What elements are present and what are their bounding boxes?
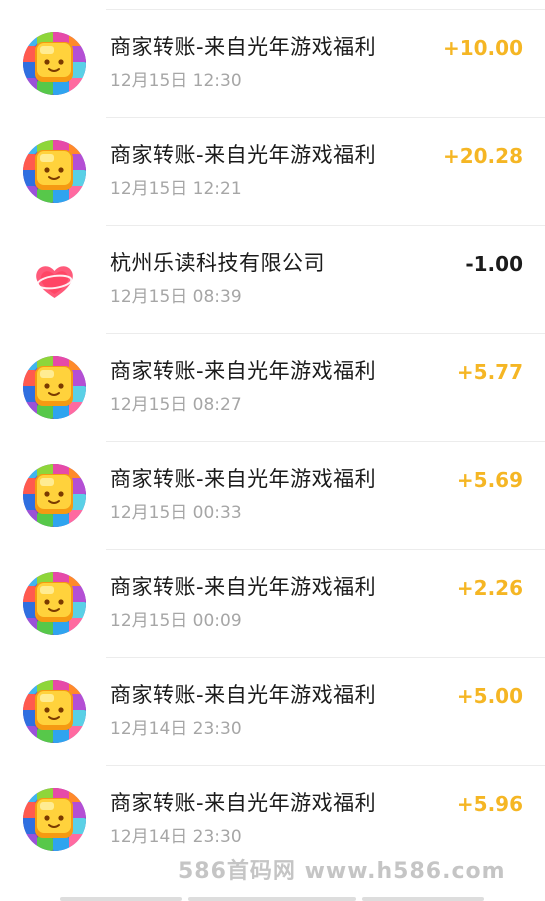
transaction-time: 12月15日 12:21 bbox=[110, 179, 242, 199]
transaction-title: 商家转账-来自光年游戏福利 bbox=[110, 35, 377, 59]
pink-heart-icon bbox=[23, 248, 86, 311]
transaction-title: 商家转账-来自光年游戏福利 bbox=[110, 791, 377, 815]
transaction-amount: +5.00 bbox=[456, 684, 523, 708]
game-blocks-icon bbox=[23, 464, 86, 527]
tab-indicator bbox=[60, 897, 182, 901]
game-blocks-icon bbox=[23, 356, 86, 419]
transaction-amount: +5.69 bbox=[456, 468, 523, 492]
game-blocks-icon bbox=[23, 572, 86, 635]
bottom-tab-bar-edge bbox=[0, 892, 545, 901]
transaction-list-screen: 商家转账-来自光年游戏福利 12月15日 12:30 +10.00 商家转账-来… bbox=[0, 0, 545, 901]
transaction-amount: +5.96 bbox=[456, 792, 523, 816]
transaction-row[interactable]: 商家转账-来自光年游戏福利 12月14日 23:30 +5.00 bbox=[0, 658, 545, 766]
transaction-amount: +10.00 bbox=[442, 36, 523, 60]
transaction-amount: -1.00 bbox=[465, 252, 523, 276]
transaction-row[interactable]: 商家转账-来自光年游戏福利 12月15日 00:09 +2.26 bbox=[0, 550, 545, 658]
transaction-row[interactable]: 商家转账-来自光年游戏福利 12月15日 12:21 +20.28 bbox=[0, 118, 545, 226]
transaction-title: 商家转账-来自光年游戏福利 bbox=[110, 575, 377, 599]
transaction-time: 12月15日 08:39 bbox=[110, 287, 242, 307]
transaction-row[interactable]: 商家转账-来自光年游戏福利 12月15日 00:33 +5.69 bbox=[0, 442, 545, 550]
transaction-title: 杭州乐读科技有限公司 bbox=[110, 251, 325, 275]
watermark: 586首码网 www.h586.com bbox=[178, 859, 506, 884]
game-blocks-icon bbox=[23, 32, 86, 95]
transaction-row[interactable]: 商家转账-来自光年游戏福利 12月15日 12:30 +10.00 bbox=[0, 10, 545, 118]
tab-indicator bbox=[188, 897, 356, 901]
transaction-title: 商家转账-来自光年游戏福利 bbox=[110, 467, 377, 491]
transaction-row[interactable]: 商家转账-来自光年游戏福利 12月15日 08:27 +5.77 bbox=[0, 334, 545, 442]
transaction-list: 商家转账-来自光年游戏福利 12月15日 12:30 +10.00 商家转账-来… bbox=[0, 10, 545, 874]
transaction-time: 12月15日 00:33 bbox=[110, 503, 242, 523]
transaction-amount: +20.28 bbox=[442, 144, 523, 168]
transaction-title: 商家转账-来自光年游戏福利 bbox=[110, 683, 377, 707]
transaction-time: 12月15日 12:30 bbox=[110, 71, 242, 91]
transaction-time: 12月14日 23:30 bbox=[110, 827, 242, 847]
transaction-time: 12月15日 08:27 bbox=[110, 395, 242, 415]
transaction-time: 12月14日 23:30 bbox=[110, 719, 242, 739]
transaction-amount: +5.77 bbox=[456, 360, 523, 384]
transaction-amount: +2.26 bbox=[456, 576, 523, 600]
transaction-row[interactable]: 杭州乐读科技有限公司 12月15日 08:39 -1.00 bbox=[0, 226, 545, 334]
game-blocks-icon bbox=[23, 680, 86, 743]
transaction-title: 商家转账-来自光年游戏福利 bbox=[110, 359, 377, 383]
transaction-title: 商家转账-来自光年游戏福利 bbox=[110, 143, 377, 167]
transaction-time: 12月15日 00:09 bbox=[110, 611, 242, 631]
game-blocks-icon bbox=[23, 140, 86, 203]
game-blocks-icon bbox=[23, 788, 86, 851]
tab-indicator bbox=[362, 897, 484, 901]
